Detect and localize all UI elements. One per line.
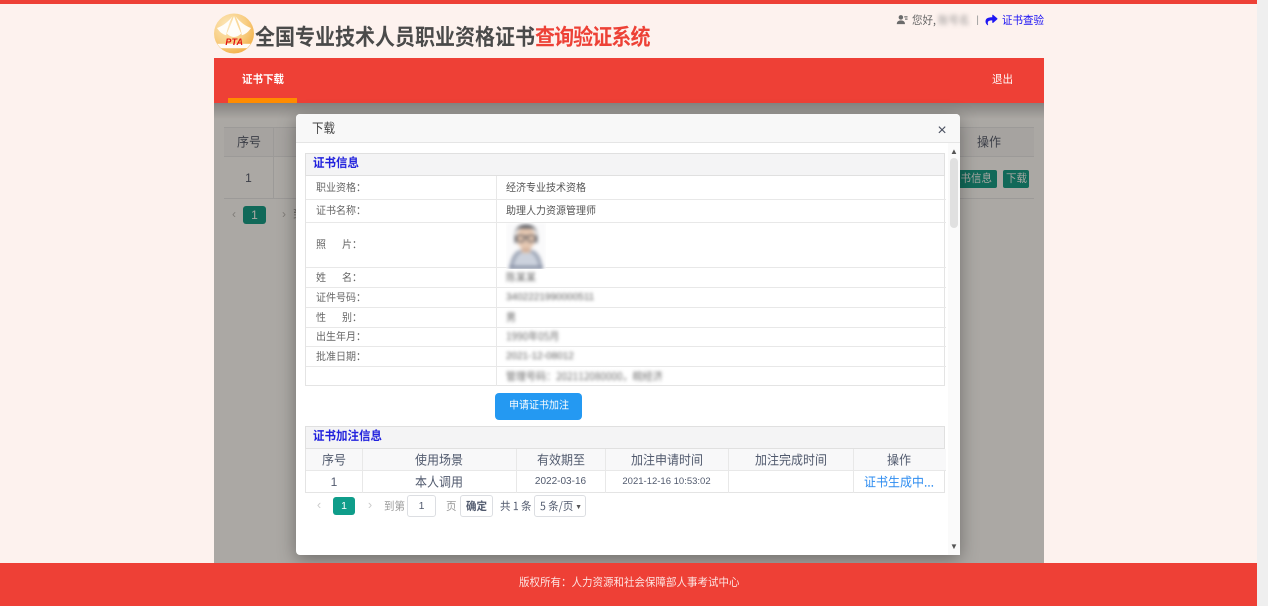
svg-text:PTA: PTA	[225, 37, 243, 47]
